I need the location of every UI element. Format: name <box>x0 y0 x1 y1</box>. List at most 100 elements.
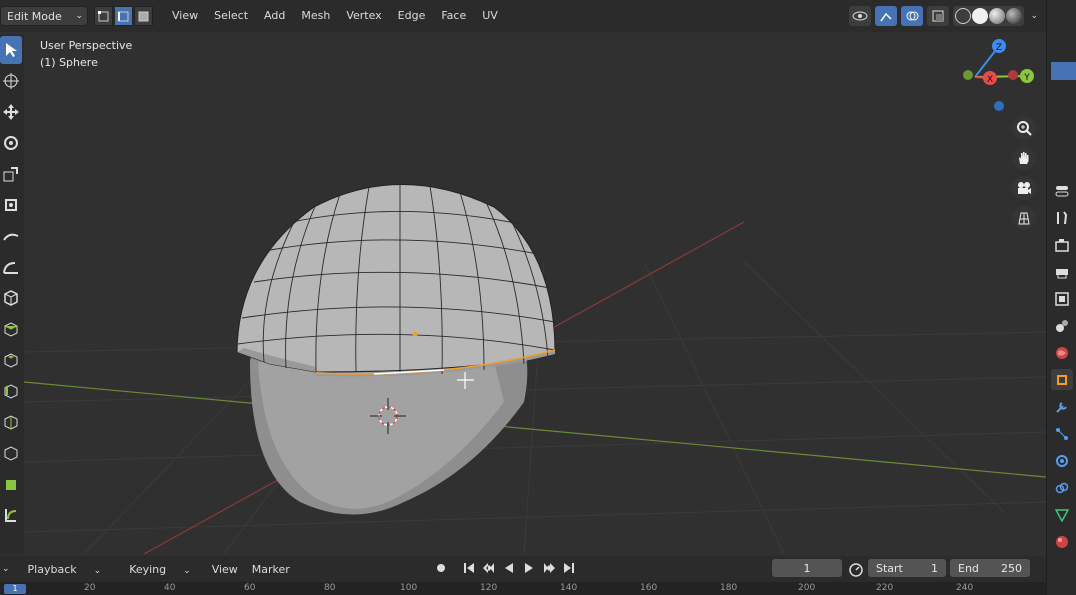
prev-keyframe-icon <box>483 563 494 573</box>
tab-modifiers[interactable] <box>1051 396 1073 417</box>
tab-data[interactable] <box>1051 504 1073 525</box>
navigation-gizmo[interactable]: Z Y X <box>963 39 1034 111</box>
playback-label: Playback <box>27 562 77 576</box>
viewport-header: Edit Mode ⌄ View Select Add Mesh Vertex … <box>0 0 1046 32</box>
scene-icon <box>1056 319 1068 332</box>
gizmo-x-label: X <box>987 75 993 85</box>
bevel-tool[interactable] <box>0 377 22 405</box>
move-icon <box>3 104 19 120</box>
overlay-toggle-button[interactable] <box>901 6 924 26</box>
next-keyframe-button[interactable] <box>540 559 558 577</box>
mode-select[interactable]: Edit Mode ⌄ <box>0 6 88 26</box>
current-frame-field[interactable]: 1 <box>772 559 842 577</box>
cursor-tool[interactable] <box>0 67 22 95</box>
tab-output[interactable] <box>1051 261 1073 282</box>
play-reverse-button[interactable] <box>500 559 518 577</box>
stopwatch-icon[interactable] <box>848 561 864 580</box>
inset-tool[interactable] <box>0 346 22 374</box>
menu-edge[interactable]: Edge <box>390 6 434 26</box>
select-box-tool[interactable] <box>0 36 22 64</box>
face-select-button[interactable] <box>134 6 153 26</box>
camera-view-button[interactable] <box>1012 176 1036 200</box>
jump-start-button[interactable] <box>460 559 478 577</box>
end-value: 250 <box>1001 561 1022 575</box>
editor-type-chevron[interactable]: ⌄ <box>0 564 14 574</box>
eye-icon <box>852 11 868 21</box>
edge-select-icon <box>118 11 129 21</box>
menu-select[interactable]: Select <box>206 6 256 26</box>
transform-tool[interactable] <box>0 191 22 219</box>
timeline-ruler[interactable]: 1 20 40 60 80 100 120 140 160 180 200 22… <box>0 582 1046 595</box>
ruler-tick: 160 <box>640 583 658 593</box>
outliner-selected-row[interactable] <box>1051 62 1076 80</box>
current-frame-indicator[interactable]: 1 <box>4 584 26 594</box>
mode-label: Edit Mode <box>7 9 62 23</box>
menu-playback[interactable]: Playback ⌄ <box>14 563 116 576</box>
prev-keyframe-button[interactable] <box>480 559 498 577</box>
tab-particles[interactable] <box>1051 423 1073 444</box>
tab-object[interactable] <box>1051 369 1073 390</box>
annotate-tool[interactable] <box>0 222 22 250</box>
edge-select-button[interactable] <box>114 6 133 26</box>
solid-shading-icon[interactable] <box>972 8 989 24</box>
jump-end-button[interactable] <box>560 559 578 577</box>
menu-mesh[interactable]: Mesh <box>293 6 338 26</box>
bevel-icon <box>4 384 18 399</box>
chevron-down-icon[interactable]: ⌄ <box>1030 11 1038 21</box>
tab-render[interactable] <box>1051 234 1073 255</box>
chevron-down-icon: ⌄ <box>93 565 102 576</box>
loop-cut-tool[interactable] <box>0 408 22 436</box>
ruler-tick: 220 <box>876 583 894 593</box>
ruler-tick: 200 <box>798 583 816 593</box>
tab-scene[interactable] <box>1051 315 1073 336</box>
image-icon <box>1055 291 1069 306</box>
visibility-button[interactable] <box>849 6 872 26</box>
tab-physics[interactable] <box>1051 450 1073 471</box>
rotate-tool[interactable] <box>0 129 22 157</box>
tab-tool-settings[interactable] <box>1051 207 1073 228</box>
viewport-canvas: Z Y X <box>23 39 1047 555</box>
material-shading-icon[interactable] <box>989 8 1006 24</box>
play-icon <box>525 563 533 573</box>
poly-build-tool[interactable] <box>0 470 22 498</box>
record-button[interactable] <box>432 559 450 577</box>
xray-toggle-button[interactable] <box>927 6 950 26</box>
zoom-button[interactable] <box>1012 116 1036 140</box>
menu-vertex[interactable]: Vertex <box>338 6 389 26</box>
gizmo-toggle-button[interactable] <box>875 6 898 26</box>
cube-icon <box>4 290 18 306</box>
start-frame-field[interactable]: Start 1 <box>868 559 946 577</box>
menu-add[interactable]: Add <box>256 6 293 26</box>
menu-timeline-view[interactable]: View <box>205 563 245 576</box>
tab-material[interactable] <box>1051 531 1073 552</box>
knife-tool[interactable] <box>0 439 22 467</box>
properties-tabs <box>1051 180 1073 552</box>
end-frame-field[interactable]: End 250 <box>950 559 1030 577</box>
menu-keying[interactable]: Keying ⌄ <box>115 563 205 576</box>
tab-view-layer[interactable] <box>1051 288 1073 309</box>
menu-face[interactable]: Face <box>433 6 474 26</box>
add-cube-tool[interactable] <box>0 284 22 312</box>
spin-tool[interactable] <box>0 501 22 529</box>
menu-uv[interactable]: UV <box>474 6 506 26</box>
menu-marker[interactable]: Marker <box>245 563 297 576</box>
scale-tool[interactable] <box>0 160 22 188</box>
tab-constraints[interactable] <box>1051 477 1073 498</box>
wireframe-shading-icon[interactable] <box>955 8 972 24</box>
3d-viewport[interactable]: Z Y X <box>23 32 1047 555</box>
tab-active-tool[interactable] <box>1051 180 1073 201</box>
vertex-select-button[interactable] <box>94 6 113 26</box>
pan-button[interactable] <box>1012 146 1036 170</box>
extrude-tool[interactable] <box>0 315 22 343</box>
rendered-shading-icon[interactable] <box>1006 8 1023 24</box>
measure-tool[interactable] <box>0 253 22 281</box>
perspective-toggle-button[interactable] <box>1012 206 1036 230</box>
play-button[interactable] <box>520 559 538 577</box>
move-tool[interactable] <box>0 98 22 126</box>
material-icon <box>1056 535 1068 548</box>
header-right-controls: ⌄ <box>849 6 1038 26</box>
printer-icon <box>1056 268 1068 278</box>
menu-view[interactable]: View <box>164 6 206 26</box>
tab-world[interactable] <box>1051 342 1073 363</box>
